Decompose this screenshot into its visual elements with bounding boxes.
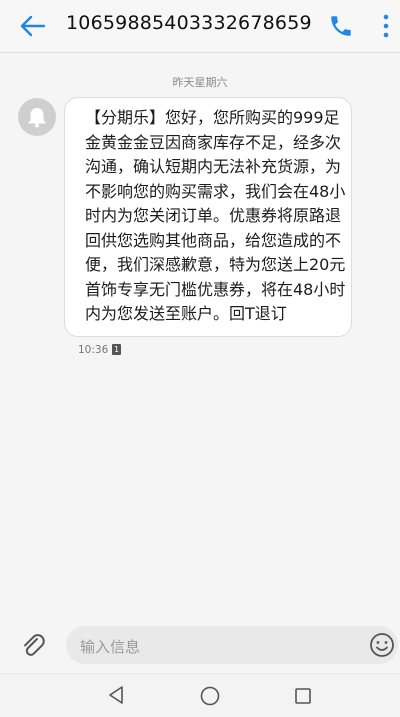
square-recents-icon[interactable] — [293, 686, 313, 706]
top-app-bar: 106598854033326786​59 — [0, 0, 400, 53]
message-input[interactable]: 输入信息 — [66, 626, 398, 664]
emoji-icon[interactable] — [369, 632, 395, 658]
message-bubble[interactable]: 【分期乐】您好，您所购买的999足金黄金金豆因商家库存不足，经多次沟通，确认短期… — [64, 97, 352, 337]
arrow-left-icon[interactable] — [18, 12, 46, 40]
message-time: 10:36 — [78, 344, 109, 356]
sender-avatar[interactable] — [18, 98, 56, 136]
message-text: 【分期乐】您好，您所购买的999足金黄金金豆因商家库存不足，经多次沟通，确认短期… — [85, 108, 346, 323]
phone-icon[interactable] — [328, 13, 354, 39]
bell-icon — [28, 108, 46, 128]
sim-card-badge: 1 — [112, 344, 121, 355]
conversation-title: 106598854033326786​59 — [66, 12, 312, 34]
date-separator: 昨天星期六 — [172, 76, 228, 89]
circle-home-icon[interactable] — [199, 685, 221, 707]
message-input-placeholder: 输入信息 — [80, 638, 141, 656]
system-nav-bar — [0, 673, 400, 717]
triangle-back-icon[interactable] — [106, 685, 126, 705]
paperclip-icon[interactable] — [20, 631, 46, 659]
more-vertical-icon[interactable] — [380, 12, 392, 40]
compose-bar: 输入信息 — [0, 617, 400, 673]
